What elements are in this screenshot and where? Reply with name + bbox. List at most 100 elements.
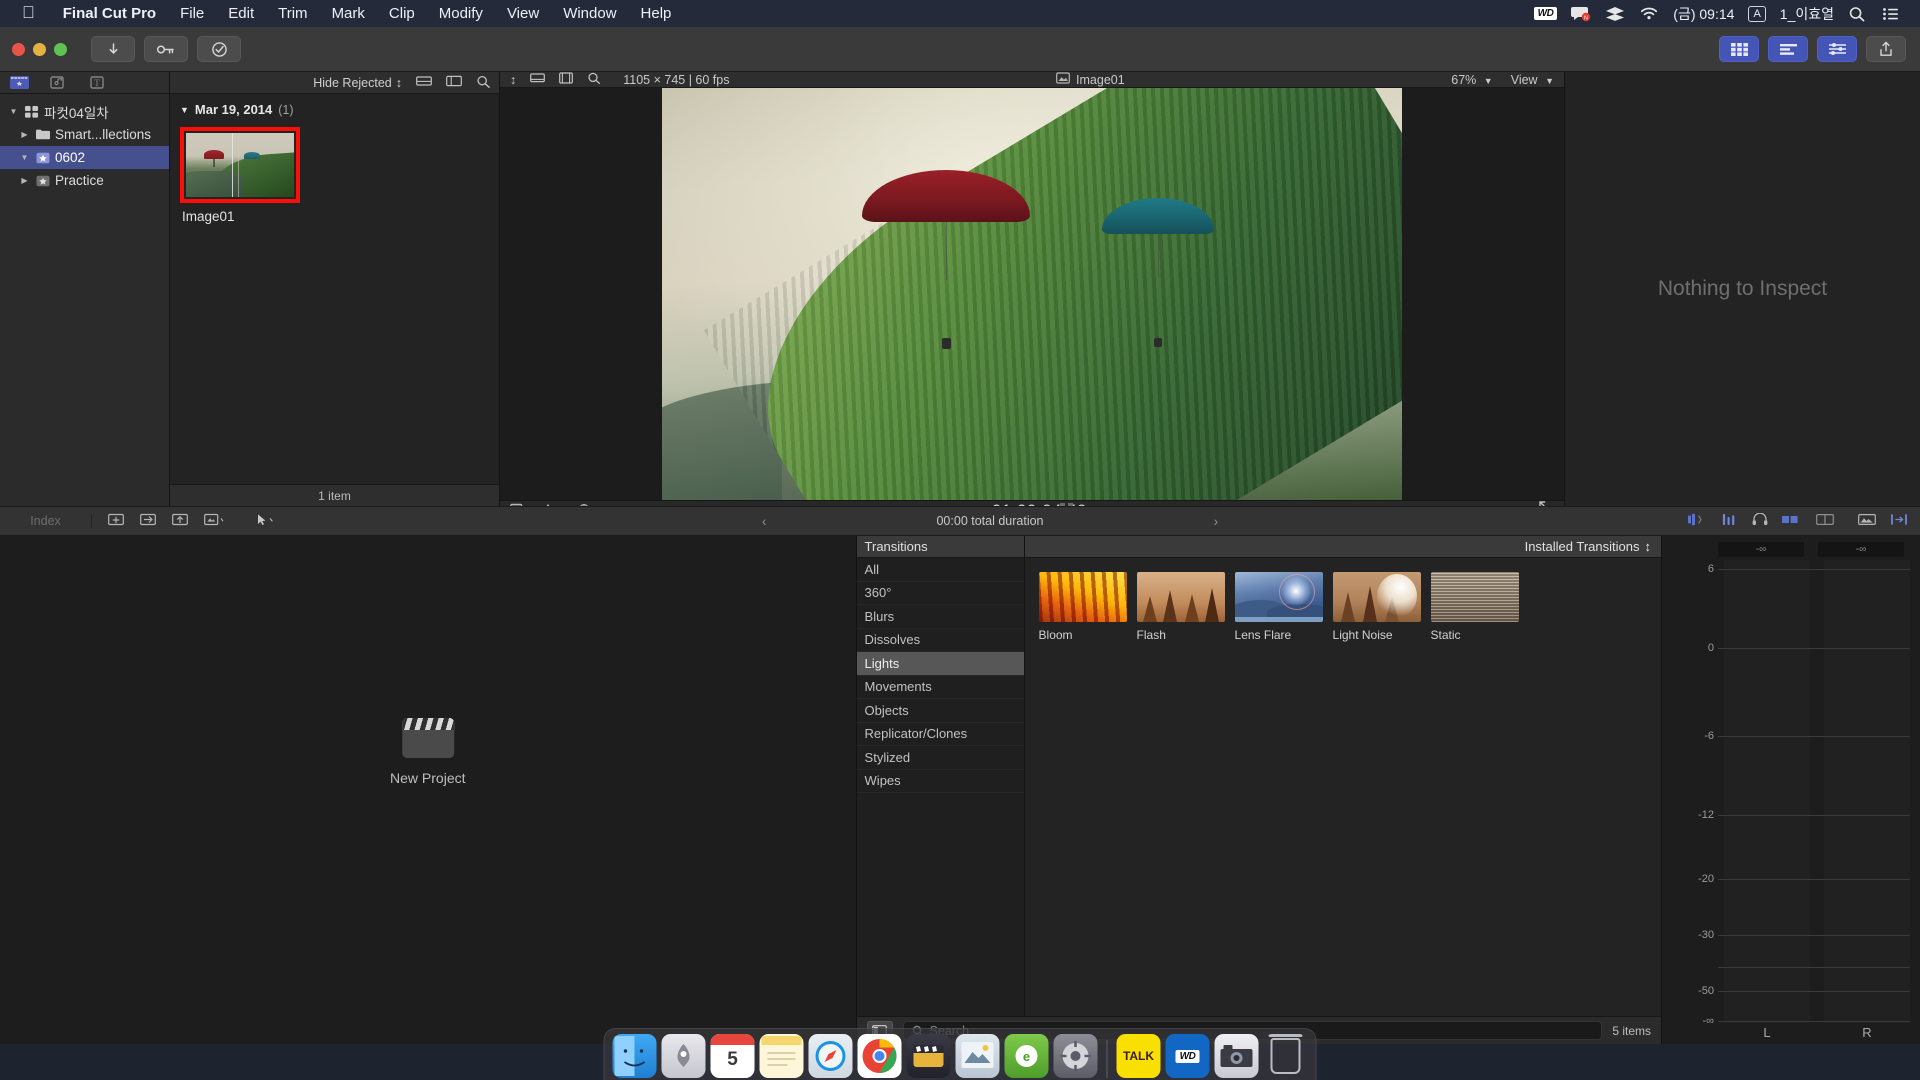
- installed-transitions-dropdown[interactable]: Installed Transitions ↕: [1024, 536, 1661, 558]
- clip-thumbnail[interactable]: [186, 133, 294, 197]
- keywords-button[interactable]: [144, 36, 188, 62]
- menubar-user[interactable]: 1_이효열: [1780, 4, 1834, 24]
- dock-item-evernote[interactable]: e: [1004, 1034, 1049, 1078]
- tool-select-dropdown[interactable]: [254, 513, 276, 529]
- viewer-search-icon[interactable]: [587, 72, 601, 87]
- media-overwrite-dropdown[interactable]: [204, 513, 226, 529]
- timeline-index-button[interactable]: Index: [0, 514, 92, 528]
- dock-item-trash[interactable]: [1264, 1034, 1308, 1078]
- category-replicator-clones[interactable]: Replicator/Clones: [856, 723, 1024, 746]
- input-method-icon[interactable]: A: [1748, 5, 1766, 22]
- import-media-button[interactable]: [91, 36, 135, 62]
- transition-thumbnail-bloom[interactable]: [1038, 572, 1127, 622]
- filmstrip-view-icon[interactable]: [416, 75, 432, 90]
- transition-tile[interactable]: Bloom: [1038, 572, 1127, 642]
- category-wipes[interactable]: Wipes: [856, 770, 1024, 793]
- control-center-icon[interactable]: [1882, 6, 1902, 22]
- search-icon[interactable]: [1848, 6, 1868, 22]
- append-edit-icon[interactable]: [108, 513, 124, 529]
- dock-item-final-cut-pro[interactable]: [906, 1034, 951, 1078]
- viewer-options-icon[interactable]: ↕: [510, 73, 516, 87]
- stack-layers-icon[interactable]: [1605, 6, 1625, 22]
- transition-thumbnail-flash[interactable]: [1136, 572, 1225, 622]
- sidebar-item-0602[interactable]: ▼ 0602: [0, 146, 169, 169]
- menu-item-clip[interactable]: Clip: [377, 5, 427, 22]
- browser-search-icon[interactable]: [476, 75, 491, 91]
- browser-layout-button[interactable]: [1719, 36, 1759, 62]
- disclosure-triangle[interactable]: ▼: [8, 107, 19, 116]
- category-stylized[interactable]: Stylized: [856, 746, 1024, 770]
- insert-edit-icon[interactable]: [140, 513, 156, 529]
- effects-browser-icon[interactable]: [1688, 513, 1708, 529]
- dock-item-kakaotalk[interactable]: TALK: [1116, 1034, 1161, 1078]
- previous-clip-button[interactable]: ‹: [762, 513, 767, 529]
- wd-drive-icon[interactable]: WD: [1533, 7, 1558, 20]
- libraries-tab-icon[interactable]: [10, 75, 30, 90]
- dock-item-safari[interactable]: [808, 1034, 853, 1078]
- timeline-layout-button[interactable]: [1768, 36, 1808, 62]
- menu-item-view[interactable]: View: [495, 5, 551, 22]
- zoom-button[interactable]: [54, 42, 67, 56]
- meter-graph-area[interactable]: 6 0 -6 -12 -20 -30 -50 -∞: [1662, 560, 1910, 1027]
- category-dissolves[interactable]: Dissolves: [856, 629, 1024, 652]
- transitions-browser-icon[interactable]: [1816, 513, 1834, 529]
- transition-tile[interactable]: Light Noise: [1332, 572, 1421, 642]
- menu-item-help[interactable]: Help: [629, 5, 684, 22]
- menubar-clock[interactable]: (금) 09:14: [1673, 4, 1734, 24]
- category-all[interactable]: All: [856, 558, 1024, 582]
- menu-item-mark[interactable]: Mark: [320, 5, 377, 22]
- category-objects[interactable]: Objects: [856, 699, 1024, 723]
- dock-item-notes[interactable]: [759, 1034, 804, 1078]
- hide-rejected-dropdown[interactable]: Hide Rejected ↕: [313, 76, 402, 90]
- menu-item-edit[interactable]: Edit: [216, 5, 266, 22]
- dock-item-capture[interactable]: [1214, 1034, 1259, 1078]
- list-view-icon[interactable]: [446, 75, 462, 90]
- clip-item[interactable]: Image01: [180, 127, 300, 224]
- sidebar-item-smart-collections[interactable]: ▶ Smart...llections: [0, 123, 169, 146]
- sidebar-item-practice[interactable]: ▶ Practice: [0, 169, 169, 192]
- inspector-toggle-button[interactable]: [1817, 36, 1857, 62]
- new-project-placeholder[interactable]: New Project: [390, 718, 466, 786]
- close-browser-icon[interactable]: [1890, 513, 1908, 529]
- connect-edit-icon[interactable]: [172, 513, 188, 529]
- minimize-button[interactable]: [33, 42, 46, 56]
- viewer-stage[interactable]: [500, 88, 1564, 500]
- browser-date-group[interactable]: ▼ Mar 19, 2014 (1): [180, 102, 499, 117]
- category-360[interactable]: 360°: [856, 582, 1024, 605]
- transition-tile[interactable]: Static: [1430, 572, 1519, 642]
- category-blurs[interactable]: Blurs: [856, 605, 1024, 629]
- category-lights[interactable]: Lights: [856, 652, 1024, 676]
- close-button[interactable]: [12, 42, 25, 56]
- menu-item-modify[interactable]: Modify: [427, 5, 495, 22]
- wifi-icon[interactable]: [1639, 6, 1659, 22]
- sidebar-item-library[interactable]: ▼ 파컷04일차: [0, 100, 169, 123]
- background-tasks-button[interactable]: [197, 36, 241, 62]
- color-board-icon[interactable]: [1722, 513, 1738, 529]
- dock-item-calendar[interactable]: 5: [710, 1034, 755, 1078]
- menu-item-trim[interactable]: Trim: [266, 5, 319, 22]
- titles-generators-tab-icon[interactable]: T: [90, 75, 110, 90]
- skimmer-playhead[interactable]: [232, 133, 233, 197]
- transition-tile[interactable]: Lens Flare: [1234, 572, 1323, 642]
- photos-browser-icon[interactable]: [1858, 513, 1876, 529]
- disclosure-triangle[interactable]: ▼: [180, 105, 189, 115]
- dock-item-finder[interactable]: [612, 1034, 657, 1078]
- apple-menu-icon[interactable]: : [22, 4, 35, 21]
- audio-enhancements-icon[interactable]: [1752, 512, 1768, 529]
- dock-item-launchpad[interactable]: [661, 1034, 706, 1078]
- photos-audio-tab-icon[interactable]: [50, 75, 70, 90]
- dock-item-system-preferences[interactable]: [1053, 1034, 1098, 1078]
- disclosure-triangle[interactable]: ▶: [19, 130, 30, 139]
- titles-browser-icon[interactable]: [1782, 513, 1802, 529]
- dock-item-preview[interactable]: [955, 1034, 1000, 1078]
- viewer-filmstrip-icon[interactable]: [559, 72, 574, 87]
- disclosure-triangle[interactable]: ▼: [19, 153, 30, 162]
- disclosure-triangle[interactable]: ▶: [19, 176, 30, 185]
- timeline-canvas[interactable]: New Project: [0, 536, 857, 1044]
- dock-item-wd-utility[interactable]: WD: [1165, 1034, 1210, 1078]
- transition-tile[interactable]: Flash: [1136, 572, 1225, 642]
- next-clip-button[interactable]: ›: [1214, 513, 1219, 529]
- viewer-view-dropdown[interactable]: View ▼: [1511, 73, 1554, 87]
- viewer-window-icon[interactable]: [530, 72, 546, 87]
- transition-thumbnail-static[interactable]: [1430, 572, 1519, 622]
